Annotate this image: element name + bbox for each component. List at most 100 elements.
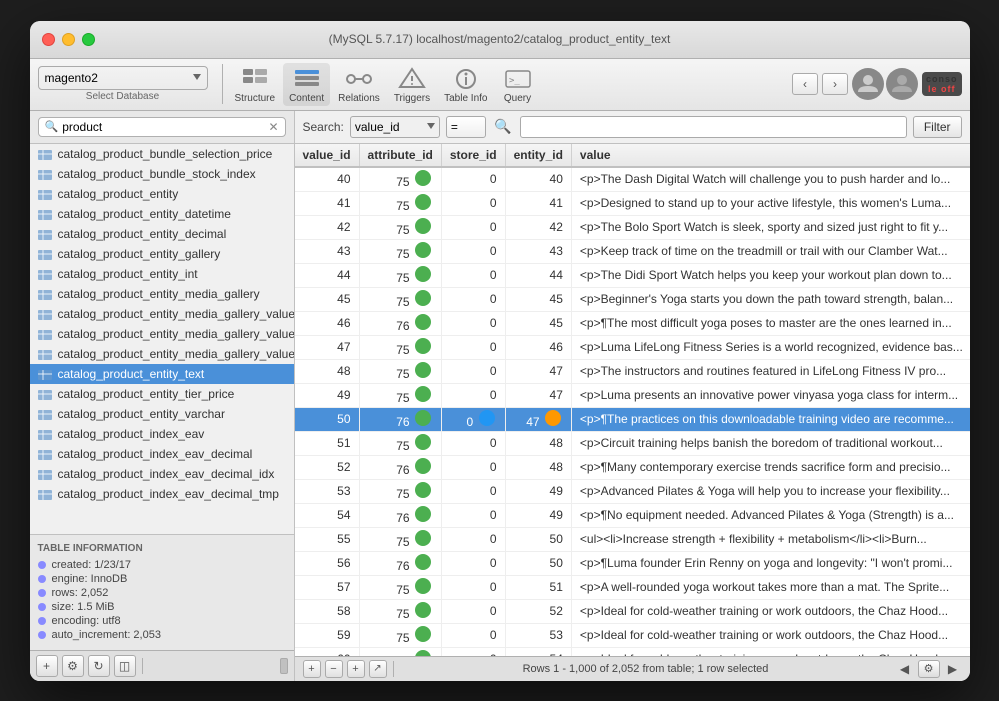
table-row[interactable]: 4676 045<p>¶The most difficult yoga pose… [295,311,970,335]
delete-row-button[interactable]: − [325,660,343,678]
edit-button[interactable] [415,410,431,426]
edit-button[interactable] [415,602,431,618]
triggers-tab[interactable]: Triggers [388,63,436,106]
table-list-item[interactable]: catalog_product_entity_media_gallery_val… [30,344,294,364]
table-list-item[interactable]: catalog_product_entity_datetime [30,204,294,224]
edit-button[interactable] [415,530,431,546]
col-value[interactable]: value [571,144,969,167]
table-list-item[interactable]: catalog_product_entity_gallery [30,244,294,264]
table-row[interactable]: 4375 043<p>Keep track of time on the tre… [295,239,970,263]
settings-button[interactable]: ⚙ [62,655,84,677]
operator-selector[interactable]: = [446,116,486,138]
add-row-button[interactable]: + [303,660,321,678]
edit-button[interactable] [415,314,431,330]
table-row[interactable]: 4975 047<p>Luma presents an innovative p… [295,383,970,407]
relations-tab[interactable]: Relations [332,63,386,106]
edit-button[interactable] [415,194,431,210]
col-attribute_id[interactable]: attribute_id [359,144,441,167]
add-dup-button[interactable]: + [347,660,365,678]
edit-button[interactable] [415,434,431,450]
table-row[interactable]: 5575 050<ul><li>Increase strength + flex… [295,527,970,551]
table-row[interactable]: 5875 052<p>Ideal for cold-weather traini… [295,599,970,623]
table-row[interactable]: 5975 053<p>Ideal for cold-weather traini… [295,623,970,647]
edit-button[interactable] [415,458,431,474]
table-row[interactable]: 5276 048<p>¶Many contemporary exercise t… [295,455,970,479]
query-tab[interactable]: >_ Query [496,63,540,106]
filter-button[interactable]: Filter [913,116,962,138]
structure-tab[interactable]: Structure [229,63,282,106]
settings-icon-button[interactable]: ⚙ [918,660,940,678]
edit-button[interactable] [415,218,431,234]
edit-button[interactable] [415,170,431,186]
table-list-item[interactable]: catalog_product_entity_int [30,264,294,284]
table-row[interactable]: 4275 042<p>The Bolo Sport Watch is sleek… [295,215,970,239]
add-table-button[interactable]: + [36,655,58,677]
table-row[interactable]: 5775 051<p>A well-rounded yoga workout t… [295,575,970,599]
edit-button[interactable] [415,362,431,378]
table-row[interactable]: 5076 0 47 <p>¶The practices on this down… [295,407,970,431]
field-selector[interactable]: value_id [350,116,440,138]
null-button[interactable] [479,410,495,426]
prev-page-button[interactable]: ◀ [896,660,914,678]
export-button[interactable]: ↗ [369,660,387,678]
table-row[interactable]: 4875 047<p>The instructors and routines … [295,359,970,383]
detail-button[interactable] [545,410,561,426]
table-list-item[interactable]: catalog_product_entity_media_gallery [30,284,294,304]
database-select[interactable]: magento2 [38,66,208,90]
edit-button[interactable] [415,626,431,642]
table-info-tab[interactable]: Table Info [438,63,493,106]
table-list-item[interactable]: catalog_product_index_eav_decimal_tmp [30,484,294,504]
table-row[interactable]: 5676 050<p>¶Luma founder Erin Renny on y… [295,551,970,575]
cell-store-id: 0 [441,647,505,656]
table-row[interactable]: 5175 048<p>Circuit training helps banish… [295,431,970,455]
table-list-item[interactable]: catalog_product_entity_tier_price [30,384,294,404]
table-list-item[interactable]: catalog_product_entity_text [30,364,294,384]
clear-icon[interactable]: ✕ [268,120,278,134]
table-list-item[interactable]: catalog_product_entity [30,184,294,204]
nav-back-button[interactable]: ‹ [792,73,818,95]
edit-button[interactable] [415,578,431,594]
table-list-item[interactable]: catalog_product_index_eav_decimal [30,444,294,464]
table-row[interactable]: 5375 049<p>Advanced Pilates & Yoga will … [295,479,970,503]
edit-button[interactable] [415,506,431,522]
col-value_id[interactable]: value_id [295,144,360,167]
info-item: auto_increment: 2,053 [38,628,286,642]
edit-button[interactable] [415,386,431,402]
table-row[interactable]: 4175 041<p>Designed to stand up to your … [295,191,970,215]
col-entity_id[interactable]: entity_id [505,144,571,167]
table-row[interactable]: 6075 054<p>Ideal for cold-weather traini… [295,647,970,656]
search-input[interactable] [62,120,268,134]
table-list-item[interactable]: catalog_product_bundle_selection_price [30,144,294,164]
table-row[interactable]: 5476 049<p>¶No equipment needed. Advance… [295,503,970,527]
fullscreen-button[interactable] [82,33,95,46]
content-tab[interactable]: Content [283,63,330,106]
edit-button[interactable] [415,482,431,498]
edit-button[interactable] [415,290,431,306]
edit-button[interactable] [415,554,431,570]
view-button[interactable]: ◫ [114,655,136,677]
table-list-item[interactable]: catalog_product_entity_media_gallery_val… [30,324,294,344]
resize-handle[interactable] [280,658,288,674]
table-list-item[interactable]: catalog_product_bundle_stock_index [30,164,294,184]
edit-button[interactable] [415,266,431,282]
minimize-button[interactable] [62,33,75,46]
table-list-item[interactable]: catalog_product_entity_media_gallery_val… [30,304,294,324]
nav-forward-button[interactable]: › [822,73,848,95]
table-row[interactable]: 4475 044<p>The Didi Sport Watch helps yo… [295,263,970,287]
table-list-item[interactable]: catalog_product_index_eav [30,424,294,444]
next-page-button[interactable]: ▶ [944,660,962,678]
edit-button[interactable] [415,242,431,258]
table-list-item[interactable]: catalog_product_entity_varchar [30,404,294,424]
col-store_id[interactable]: store_id [441,144,505,167]
edit-button[interactable] [415,338,431,354]
table-list-item[interactable]: catalog_product_index_eav_decimal_idx [30,464,294,484]
table-list-item[interactable]: catalog_product_entity_decimal [30,224,294,244]
table-row[interactable]: 4775 046<p>Luma LifeLong Fitness Series … [295,335,970,359]
cell-attribute-id: 75 [359,599,441,623]
table-row[interactable]: 4575 045<p>Beginner's Yoga starts you do… [295,287,970,311]
close-button[interactable] [42,33,55,46]
table-row[interactable]: 4075 040<p>The Dash Digital Watch will c… [295,167,970,192]
refresh-button[interactable]: ↻ [88,655,110,677]
filter-input[interactable] [520,116,907,138]
table-icon [38,249,52,259]
